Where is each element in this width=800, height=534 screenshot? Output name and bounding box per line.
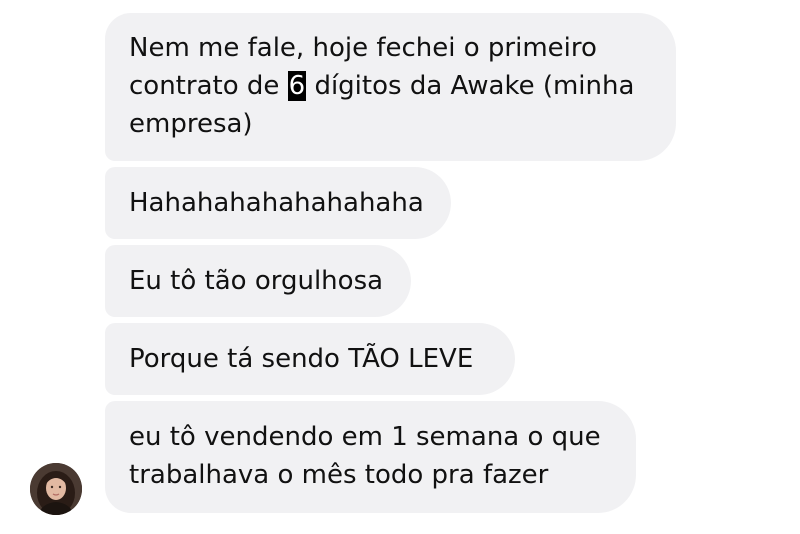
message-text: eu tô vendendo em 1 semana o que bbox=[129, 422, 601, 452]
message-line: contrato de 6 dígitos da Awake (minha bbox=[129, 67, 652, 105]
message-text: empresa) bbox=[129, 109, 253, 139]
sender-avatar[interactable] bbox=[30, 463, 82, 515]
message-line: Porque tá sendo TÃO LEVE bbox=[129, 340, 491, 378]
message-line: Nem me fale, hoje fechei o primeiro bbox=[129, 29, 652, 67]
message-bubble[interactable]: Nem me fale, hoje fechei o primeiro cont… bbox=[105, 13, 676, 161]
message-line: eu tô vendendo em 1 semana o que bbox=[129, 418, 612, 456]
message-text: Nem me fale, hoje fechei o primeiro bbox=[129, 33, 597, 63]
highlighted-text: 6 bbox=[287, 71, 307, 101]
user-avatar-icon bbox=[30, 463, 82, 515]
message-line: Hahahahahahahahaha bbox=[129, 184, 427, 222]
message-line: trabalhava o mês todo pra fazer bbox=[129, 456, 612, 494]
message-bubble[interactable]: Eu tô tão orgulhosa bbox=[105, 245, 411, 317]
message-line: empresa) bbox=[129, 105, 652, 143]
message-text: Hahahahahahahahaha bbox=[129, 188, 424, 218]
message-line: Eu tô tão orgulhosa bbox=[129, 262, 387, 300]
message-bubble[interactable]: eu tô vendendo em 1 semana o que trabalh… bbox=[105, 401, 636, 513]
message-text: Porque tá sendo TÃO LEVE bbox=[129, 344, 474, 374]
message-thread: Nem me fale, hoje fechei o primeiro cont… bbox=[0, 0, 800, 534]
message-text: dígitos da Awake (minha bbox=[306, 71, 635, 101]
message-text: trabalhava o mês todo pra fazer bbox=[129, 460, 549, 490]
message-bubble[interactable]: Hahahahahahahahaha bbox=[105, 167, 451, 239]
message-text: Eu tô tão orgulhosa bbox=[129, 266, 384, 296]
message-bubble[interactable]: Porque tá sendo TÃO LEVE bbox=[105, 323, 515, 395]
message-text: contrato de bbox=[129, 71, 288, 101]
